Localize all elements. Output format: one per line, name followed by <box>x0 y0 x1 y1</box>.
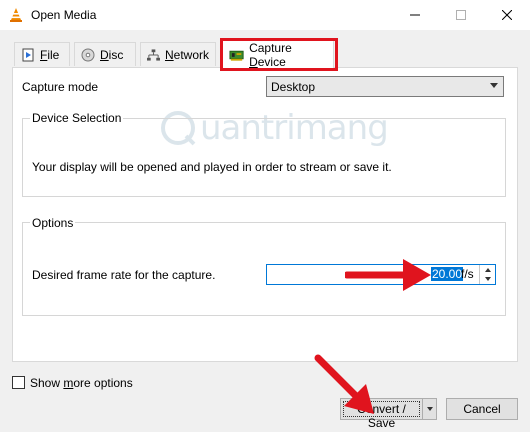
tab-disc[interactable]: Disc <box>74 42 136 66</box>
frame-rate-value[interactable]: 20.00 <box>431 267 464 281</box>
device-selection-title: Device Selection <box>30 111 124 125</box>
show-more-options-label[interactable]: Show more options <box>30 376 133 390</box>
minimize-icon <box>410 14 420 16</box>
chevron-down-icon <box>426 407 433 411</box>
chevron-up-icon <box>484 267 491 272</box>
capture-mode-select[interactable]: Desktop <box>266 76 504 97</box>
tab-network[interactable]: Network <box>140 42 216 66</box>
maximize-icon <box>456 10 466 20</box>
chevron-down-icon <box>490 83 498 88</box>
convert-save-label: Convert / Save <box>343 401 420 430</box>
capture-mode-value: Desktop <box>271 79 316 94</box>
device-selection-description: Your display will be opened and played i… <box>32 160 392 174</box>
network-icon <box>147 48 160 61</box>
close-button[interactable] <box>484 0 530 30</box>
options-title: Options <box>30 216 76 230</box>
close-icon <box>502 10 512 20</box>
frame-rate-unit: f/s <box>461 267 474 281</box>
file-icon <box>22 48 34 61</box>
capture-card-icon <box>229 50 244 61</box>
cancel-button[interactable]: Cancel <box>446 398 518 420</box>
window-title: Open Media <box>31 8 97 22</box>
spin-down-button[interactable] <box>480 274 495 283</box>
disc-icon <box>81 48 95 61</box>
device-selection-group <box>22 118 506 197</box>
frame-rate-label: Desired frame rate for the capture. <box>32 268 216 282</box>
show-more-options-checkbox[interactable] <box>12 376 25 389</box>
capture-mode-label: Capture mode <box>22 80 99 94</box>
chevron-down-icon <box>484 276 491 281</box>
vlc-cone-icon <box>10 8 22 22</box>
convert-save-button[interactable]: Convert / Save <box>340 398 437 430</box>
tab-file[interactable]: File <box>14 42 70 66</box>
maximize-button[interactable] <box>438 0 484 30</box>
spin-up-button[interactable] <box>480 265 495 274</box>
tab-capture-device[interactable]: Capture Device <box>222 40 334 69</box>
convert-dropdown-button[interactable] <box>422 399 436 419</box>
cancel-label: Cancel <box>463 402 501 416</box>
frame-rate-stepper <box>479 265 495 284</box>
minimize-button[interactable] <box>392 0 438 30</box>
